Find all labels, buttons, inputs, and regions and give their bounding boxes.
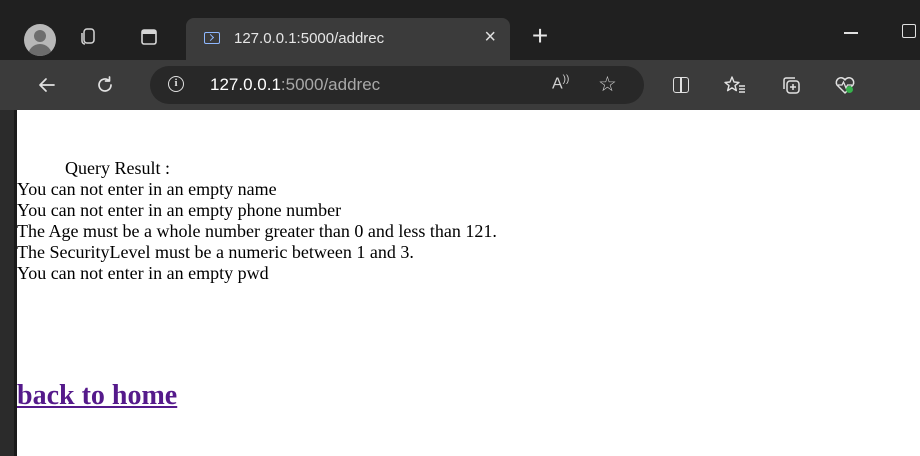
navigation-toolbar: i 127.0.0.1:5000/addrec A)) ☆: [0, 60, 920, 110]
tab-title: 127.0.0.1:5000/addrec: [234, 30, 385, 47]
read-aloud-icon[interactable]: A)): [552, 74, 569, 93]
back-icon[interactable]: [34, 72, 60, 98]
query-result-label: Query Result :: [65, 158, 170, 178]
error-message-age: The Age must be a whole number greater t…: [17, 221, 497, 241]
refresh-icon[interactable]: [92, 72, 118, 98]
favorites-icon[interactable]: [722, 72, 748, 98]
info-icon[interactable]: i: [168, 76, 184, 92]
query-result-block: Query Result : You can not enter in an e…: [17, 158, 497, 284]
error-message-security-level: The SecurityLevel must be a numeric betw…: [17, 242, 414, 262]
favicon-icon: [204, 32, 220, 44]
tab-strip: 127.0.0.1:5000/addrec × +: [0, 0, 920, 64]
tab-actions-icon[interactable]: [138, 26, 160, 48]
maximize-icon[interactable]: [898, 20, 920, 42]
error-message-pwd: You can not enter in an empty pwd: [17, 263, 269, 283]
page-viewport: Query Result : You can not enter in an e…: [14, 110, 920, 456]
error-message-name: You can not enter in an empty name: [17, 179, 277, 199]
minimize-icon[interactable]: [836, 18, 866, 48]
back-to-home-link[interactable]: back to home: [17, 380, 177, 412]
tab-active[interactable]: 127.0.0.1:5000/addrec ×: [186, 18, 510, 60]
browser-window: 127.0.0.1:5000/addrec × + i 127.0.0.1:50…: [0, 0, 920, 456]
browser-essentials-icon[interactable]: [832, 72, 858, 98]
split-screen-icon[interactable]: [670, 74, 692, 96]
close-icon[interactable]: ×: [484, 26, 496, 49]
favorite-star-icon[interactable]: ☆: [598, 72, 617, 97]
workspaces-icon[interactable]: [78, 26, 100, 48]
url-text[interactable]: 127.0.0.1:5000/addrec: [210, 75, 380, 95]
profile-icon[interactable]: [24, 24, 56, 56]
error-message-phone: You can not enter in an empty phone numb…: [17, 200, 342, 220]
address-bar[interactable]: i 127.0.0.1:5000/addrec A)) ☆: [150, 66, 644, 104]
new-tab-icon[interactable]: +: [524, 20, 556, 52]
collections-icon[interactable]: [778, 72, 804, 98]
